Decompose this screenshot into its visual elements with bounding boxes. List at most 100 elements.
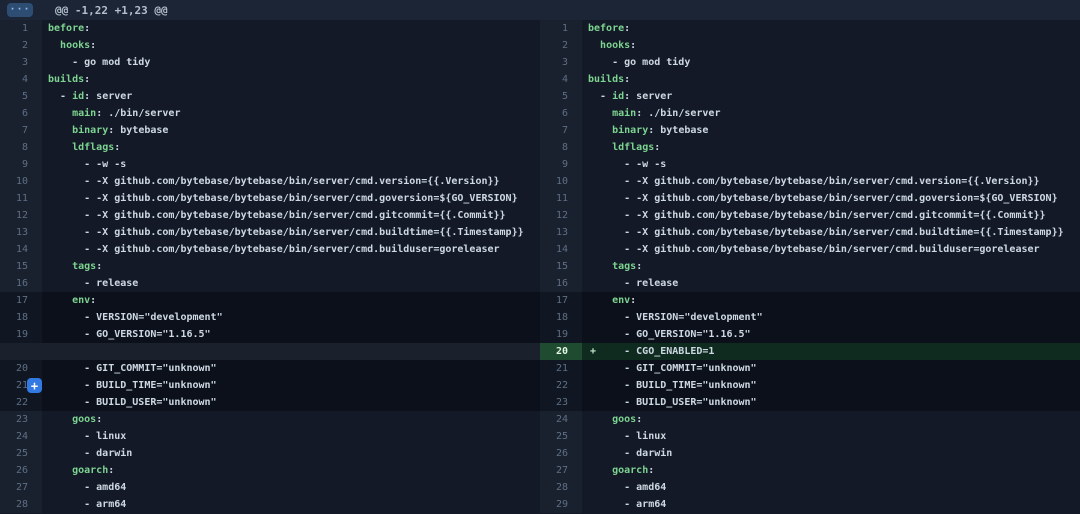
line-number[interactable]: 23 <box>540 394 582 411</box>
line-number[interactable]: 3 <box>540 54 582 71</box>
code-line: goos: <box>42 411 540 428</box>
code-line: - arm64 <box>582 496 1080 513</box>
diff-row: 22 - BUILD_USER="unknown" <box>0 394 540 411</box>
line-number[interactable]: 21 <box>540 360 582 377</box>
line-number[interactable]: 11 <box>540 190 582 207</box>
line-number[interactable]: 12 <box>540 207 582 224</box>
code-line: - GO_VERSION="1.16.5" <box>42 326 540 343</box>
line-number[interactable]: 5 <box>540 88 582 105</box>
line-number[interactable]: 25 <box>0 445 42 462</box>
line-number[interactable]: 10 <box>0 173 42 190</box>
line-number[interactable]: 8 <box>0 139 42 156</box>
code-line: - linux <box>582 428 1080 445</box>
line-number[interactable]: 9 <box>0 156 42 173</box>
code-text: : <box>624 23 630 34</box>
line-number[interactable]: 2 <box>540 37 582 54</box>
diff-row: 15 tags: <box>540 258 1080 275</box>
line-number[interactable]: 11 <box>0 190 42 207</box>
line-number[interactable]: 14 <box>0 241 42 258</box>
code-text: : ./bin/server <box>636 108 720 119</box>
diff-row: 25 - darwin <box>0 445 540 462</box>
code-line: goos: <box>582 411 1080 428</box>
split-diff-viewer: ··· @@ -1,22 +1,23 @@ 1before:2 hooks:3 … <box>0 0 1080 514</box>
line-number[interactable]: 5 <box>0 88 42 105</box>
code-text: - VERSION="development" <box>48 312 223 323</box>
line-number[interactable]: 14 <box>540 241 582 258</box>
line-number[interactable]: 1 <box>0 20 42 37</box>
diff-row: 23 goos: <box>0 411 540 428</box>
code-line: - darwin <box>42 445 540 462</box>
line-number[interactable]: 27 <box>540 462 582 479</box>
line-number[interactable]: 18 <box>0 309 42 326</box>
code-text: : <box>84 23 90 34</box>
line-number[interactable]: 28 <box>540 479 582 496</box>
line-number[interactable]: 13 <box>0 224 42 241</box>
code-line: + - CGO_ENABLED=1 <box>582 343 1080 360</box>
yaml-key: env <box>72 295 90 306</box>
line-number[interactable]: 15 <box>540 258 582 275</box>
code-line: goarch: <box>42 462 540 479</box>
diff-row: 16 - release <box>0 275 540 292</box>
line-number[interactable]: 4 <box>0 71 42 88</box>
line-number[interactable]: 16 <box>540 275 582 292</box>
line-number[interactable]: 23 <box>0 411 42 428</box>
line-number[interactable]: 4 <box>540 71 582 88</box>
more-options-button[interactable]: ··· <box>7 3 33 17</box>
line-number[interactable]: 8 <box>540 139 582 156</box>
code-line: ldflags: <box>42 139 540 156</box>
line-number[interactable]: 1 <box>540 20 582 37</box>
line-number[interactable]: 7 <box>0 122 42 139</box>
line-number[interactable]: 29 <box>540 496 582 513</box>
line-number[interactable]: 3 <box>0 54 42 71</box>
code-text: - darwin <box>588 448 672 459</box>
code-text: : <box>114 142 120 153</box>
line-number[interactable]: 10 <box>540 173 582 190</box>
line-number[interactable]: 6 <box>0 105 42 122</box>
line-number[interactable]: 19 <box>540 326 582 343</box>
line-number[interactable]: 26 <box>540 445 582 462</box>
line-number[interactable]: 13 <box>540 224 582 241</box>
code-text: - -X github.com/bytebase/bytebase/bin/se… <box>48 176 500 187</box>
line-number[interactable]: 6 <box>540 105 582 122</box>
code-text: : <box>624 74 630 85</box>
diff-row: 9 - -w -s <box>0 156 540 173</box>
yaml-key: main <box>612 108 636 119</box>
code-text: - -X github.com/bytebase/bytebase/bin/se… <box>588 176 1040 187</box>
code-text: - -w -s <box>588 159 666 170</box>
hunk-header-bar: ··· @@ -1,22 +1,23 @@ <box>0 0 1080 20</box>
line-number[interactable]: 24 <box>0 428 42 445</box>
line-number[interactable]: 22 <box>540 377 582 394</box>
line-number[interactable]: 27 <box>0 479 42 496</box>
line-number[interactable]: 7 <box>540 122 582 139</box>
code-text: - CGO_ENABLED=1 <box>588 346 714 357</box>
line-number[interactable]: 26 <box>0 462 42 479</box>
code-text: : <box>90 40 96 51</box>
code-text: : <box>636 414 642 425</box>
line-number[interactable]: 12 <box>0 207 42 224</box>
code-text: - release <box>588 278 678 289</box>
code-text: - arm64 <box>588 499 666 510</box>
line-number[interactable]: 20 <box>0 360 42 377</box>
line-number[interactable]: 2 <box>0 37 42 54</box>
code-text: - -w -s <box>48 159 126 170</box>
line-number[interactable]: 18 <box>540 309 582 326</box>
line-number[interactable]: 22 <box>0 394 42 411</box>
code-text <box>48 414 72 425</box>
line-number[interactable]: 15 <box>0 258 42 275</box>
line-number[interactable]: 16 <box>0 275 42 292</box>
line-number[interactable]: 17 <box>540 292 582 309</box>
line-number[interactable]: 9 <box>540 156 582 173</box>
code-line: - go mod tidy <box>42 54 540 71</box>
line-number[interactable]: 28 <box>0 496 42 513</box>
diff-row: 18 - VERSION="development" <box>0 309 540 326</box>
line-number[interactable]: 19 <box>0 326 42 343</box>
line-number[interactable]: 25 <box>540 428 582 445</box>
yaml-key: goarch <box>612 465 648 476</box>
code-line: - GIT_COMMIT="unknown" <box>582 360 1080 377</box>
line-number[interactable]: 20 <box>540 343 582 360</box>
diff-row: 4builds: <box>0 71 540 88</box>
line-number[interactable]: 17 <box>0 292 42 309</box>
line-number[interactable]: 24 <box>540 411 582 428</box>
add-comment-button[interactable]: + <box>27 378 42 393</box>
diff-row: 2 hooks: <box>0 37 540 54</box>
